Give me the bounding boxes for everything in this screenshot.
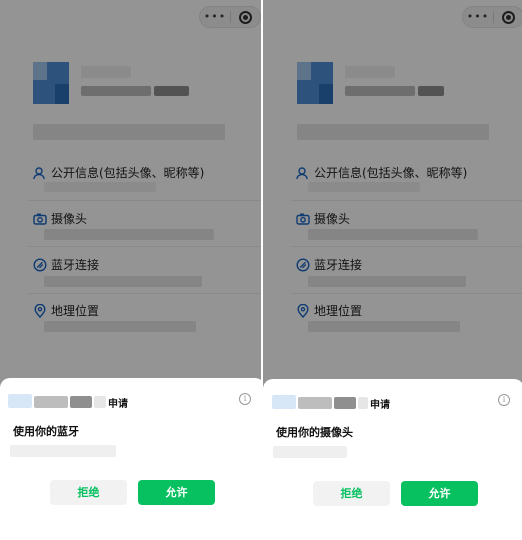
allow-button[interactable]: 允许 bbox=[138, 480, 215, 505]
right-screen: ••• 公开信息(包括头像、昵称等) 摄像头 蓝牙连接 地理位置 申请 i 使用… bbox=[263, 0, 522, 540]
blurred-app-icon bbox=[8, 394, 32, 408]
left-screen: ••• 公开信息(包括头像、昵称等) 摄像头 蓝牙连接 地理位置 申请 i 使用… bbox=[0, 0, 261, 540]
request-title: 使用你的摄像头 bbox=[276, 426, 353, 439]
blurred-app-name-part bbox=[94, 396, 106, 408]
blurred-request-detail bbox=[10, 445, 116, 457]
blurred-request-detail bbox=[273, 446, 347, 458]
permission-sheet: 申请 i 使用你的摄像头 拒绝 允许 bbox=[263, 379, 522, 540]
request-suffix: 申请 bbox=[370, 400, 390, 411]
blurred-app-name bbox=[34, 396, 68, 408]
info-icon[interactable]: i bbox=[239, 393, 251, 405]
allow-button[interactable]: 允许 bbox=[401, 481, 478, 506]
request-title: 使用你的蓝牙 bbox=[13, 425, 79, 438]
info-icon[interactable]: i bbox=[498, 394, 510, 406]
permission-sheet: 申请 i 使用你的蓝牙 拒绝 允许 bbox=[0, 378, 261, 540]
blurred-app-name-part bbox=[334, 397, 356, 409]
reject-button[interactable]: 拒绝 bbox=[50, 480, 127, 505]
blurred-app-name bbox=[298, 397, 332, 409]
blurred-app-name-part bbox=[70, 396, 92, 408]
blurred-app-name-part bbox=[358, 397, 368, 409]
reject-button[interactable]: 拒绝 bbox=[313, 481, 390, 506]
request-suffix: 申请 bbox=[108, 399, 128, 410]
blurred-app-icon bbox=[272, 395, 296, 409]
